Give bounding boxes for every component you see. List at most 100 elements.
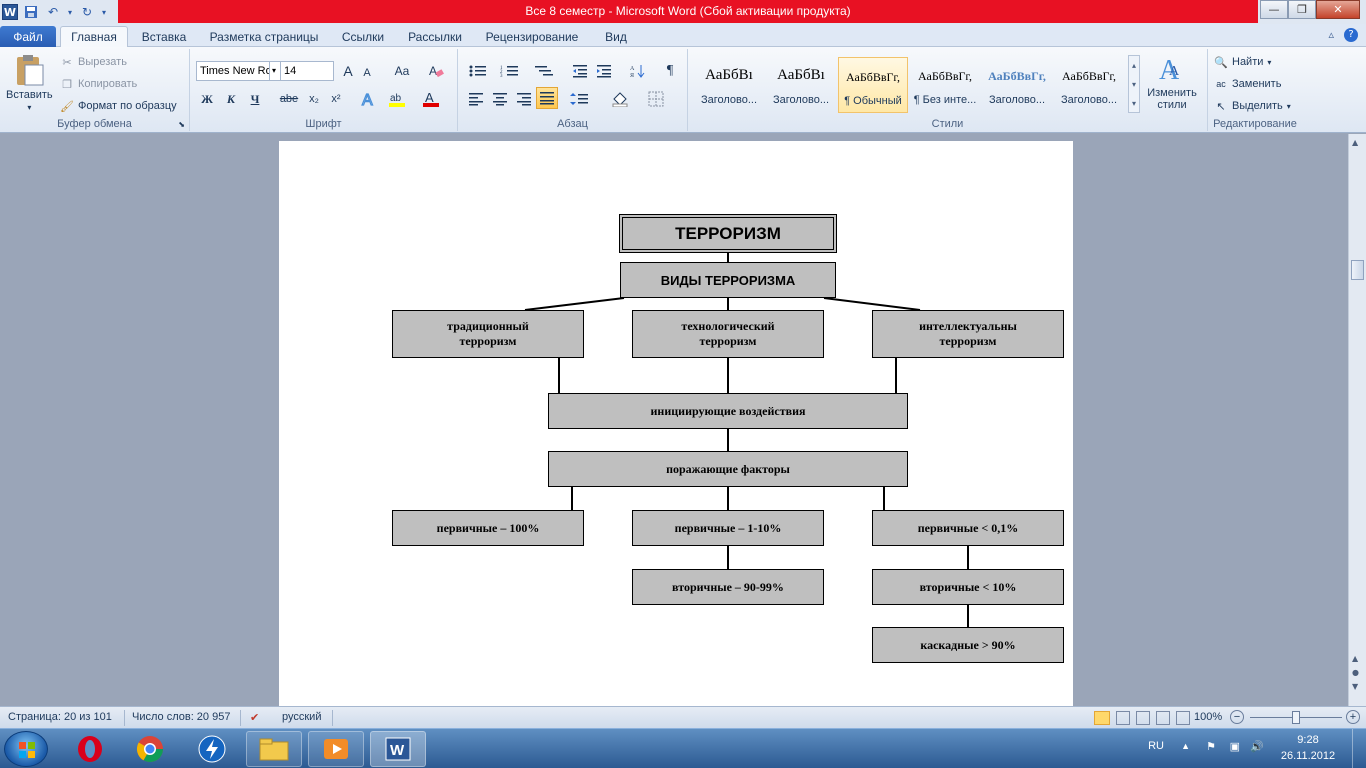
align-center-icon[interactable] xyxy=(490,89,510,109)
increase-indent-icon[interactable] xyxy=(594,61,614,81)
font-color-icon[interactable]: A xyxy=(420,89,446,109)
zoom-out-icon[interactable]: − xyxy=(1230,710,1244,724)
select-browse-object-icon[interactable]: ● xyxy=(1352,668,1359,677)
replace-button[interactable]: ac Заменить xyxy=(1214,77,1281,91)
tab-review[interactable]: Рецензирование xyxy=(480,26,584,47)
minimize-button[interactable]: — xyxy=(1260,0,1288,19)
vertical-scrollbar[interactable]: ▲ ▲ ● ▼ xyxy=(1348,134,1366,706)
shading-icon[interactable] xyxy=(608,89,636,109)
scroll-thumb[interactable] xyxy=(1351,260,1364,280)
tab-file[interactable]: Файл xyxy=(0,26,56,47)
chrome-icon[interactable] xyxy=(122,731,178,767)
justify-icon[interactable] xyxy=(536,87,558,109)
volume-icon[interactable]: 🔊 xyxy=(1250,740,1264,753)
minimize-ribbon-icon[interactable]: ▵ xyxy=(1328,28,1334,42)
subscript-button[interactable]: x₂ xyxy=(304,89,324,109)
undo-dropdown-icon[interactable]: ▾ xyxy=(66,3,74,21)
font-name-combo[interactable]: Times New Ro xyxy=(196,61,270,81)
redo-icon[interactable]: ↻ xyxy=(78,3,96,21)
align-right-icon[interactable] xyxy=(514,89,534,109)
italic-button[interactable]: К xyxy=(222,89,240,109)
document-page[interactable]: ТЕРРОРИЗМ ВИДЫ ТЕРРОРИЗМА традиционный те… xyxy=(279,141,1073,706)
prev-page-icon[interactable]: ▲ xyxy=(1352,654,1358,663)
print-layout-icon[interactable] xyxy=(1094,711,1110,725)
tray-expand-icon[interactable]: ▲ xyxy=(1181,741,1190,751)
draft-icon[interactable] xyxy=(1176,711,1190,725)
page-count[interactable]: Страница: 20 из 101 xyxy=(8,711,112,723)
web-layout-icon[interactable] xyxy=(1136,711,1150,725)
restore-button[interactable]: ❐ xyxy=(1288,0,1316,19)
next-page-icon[interactable]: ▼ xyxy=(1352,682,1358,691)
text-effects-icon[interactable]: A xyxy=(358,89,380,109)
styles-scroll[interactable]: ▴ ▾ ▾ xyxy=(1128,55,1140,113)
col3-primary-box: первичные < 0,1% xyxy=(872,510,1064,546)
underline-button[interactable]: Ч xyxy=(246,89,264,109)
style-heading1[interactable]: АаБбВı Заголово... xyxy=(694,57,764,113)
style-normal[interactable]: АаБбВвГг, ¶ Обычный xyxy=(838,57,908,113)
tab-mailings[interactable]: Рассылки xyxy=(402,26,468,47)
decrease-indent-icon[interactable] xyxy=(570,61,590,81)
word-logo-icon[interactable]: W xyxy=(2,4,18,20)
zoom-slider-thumb[interactable] xyxy=(1292,711,1300,724)
show-formatting-button[interactable]: ¶ xyxy=(660,61,680,81)
opera-icon[interactable] xyxy=(62,731,118,767)
clear-formatting-icon[interactable]: A xyxy=(426,61,446,81)
zoom-in-icon[interactable]: + xyxy=(1346,710,1360,724)
network-icon[interactable]: ▣ xyxy=(1230,740,1240,753)
clock-date[interactable]: 26.11.2012 xyxy=(1274,750,1342,762)
full-screen-reading-icon[interactable] xyxy=(1116,711,1130,725)
dialog-launcher-icon[interactable]: ⬊ xyxy=(178,120,185,129)
outline-icon[interactable] xyxy=(1156,711,1170,725)
scroll-up-icon[interactable]: ▲ xyxy=(1352,138,1358,147)
grow-font-button[interactable]: A xyxy=(340,61,356,81)
download-manager-icon[interactable] xyxy=(184,731,240,767)
tab-view[interactable]: Вид xyxy=(598,26,634,47)
style-heading3[interactable]: АаБбВвГг, Заголово... xyxy=(982,57,1052,113)
tab-references[interactable]: Ссылки xyxy=(336,26,390,47)
close-button[interactable]: ✕ xyxy=(1316,0,1360,19)
find-button[interactable]: 🔍 Найти ▾ xyxy=(1214,55,1271,69)
input-language[interactable]: RU xyxy=(1148,740,1164,752)
copy-button[interactable]: ❐ Копировать xyxy=(60,77,137,91)
windows-start-icon[interactable] xyxy=(4,731,48,767)
style-heading4[interactable]: АаБбВвГг, Заголово... xyxy=(1054,57,1124,113)
language-indicator[interactable]: русский xyxy=(282,711,321,723)
word-taskbar-icon[interactable]: W xyxy=(370,731,426,767)
superscript-button[interactable]: x² xyxy=(326,89,346,109)
cut-button[interactable]: ✂ Вырезать xyxy=(60,55,127,69)
bold-button[interactable]: Ж xyxy=(198,89,216,109)
tab-home[interactable]: Главная xyxy=(60,26,128,47)
style-heading2[interactable]: АаБбВı Заголово... xyxy=(766,57,836,113)
proofing-icon[interactable]: ✔ xyxy=(250,711,259,724)
sort-icon[interactable]: AЯ xyxy=(628,61,648,81)
paste-button[interactable]: Вставить ▾ xyxy=(6,53,53,112)
bullets-icon[interactable] xyxy=(466,61,492,81)
style-no-spacing[interactable]: АаБбВвГг, ¶ Без инте... xyxy=(910,57,980,113)
strikethrough-button[interactable]: abe xyxy=(278,89,300,109)
select-button[interactable]: ↖ Выделить ▾ xyxy=(1214,99,1290,113)
action-center-icon[interactable]: ⚑ xyxy=(1206,740,1216,753)
undo-icon[interactable]: ↶ xyxy=(44,3,62,21)
line-spacing-icon[interactable] xyxy=(568,89,596,109)
explorer-icon[interactable] xyxy=(246,731,302,767)
help-icon[interactable]: ? xyxy=(1344,28,1358,42)
show-desktop-button[interactable] xyxy=(1352,729,1366,768)
tab-insert[interactable]: Вставка xyxy=(136,26,192,47)
borders-icon[interactable] xyxy=(644,89,670,109)
align-left-icon[interactable] xyxy=(466,89,486,109)
zoom-level[interactable]: 100% xyxy=(1194,711,1222,723)
font-size-combo[interactable]: 14 xyxy=(280,61,334,81)
numbering-icon[interactable]: 123 xyxy=(498,61,524,81)
highlight-color-icon[interactable]: ab xyxy=(386,89,412,109)
format-painter-button[interactable]: 🖌 Формат по образцу xyxy=(60,99,177,113)
save-icon[interactable] xyxy=(22,3,40,21)
shrink-font-button[interactable]: A xyxy=(360,63,374,83)
multilevel-list-icon[interactable] xyxy=(532,61,558,81)
clock-time[interactable]: 9:28 xyxy=(1278,734,1338,746)
change-styles-button[interactable]: AA Изменить стили xyxy=(1144,53,1200,111)
media-player-icon[interactable] xyxy=(308,731,364,767)
change-case-button[interactable]: Aa xyxy=(390,61,414,81)
word-count[interactable]: Число слов: 20 957 xyxy=(132,711,230,723)
customize-qat-icon[interactable]: ▾ xyxy=(100,3,108,21)
tab-page-layout[interactable]: Разметка страницы xyxy=(206,26,322,47)
